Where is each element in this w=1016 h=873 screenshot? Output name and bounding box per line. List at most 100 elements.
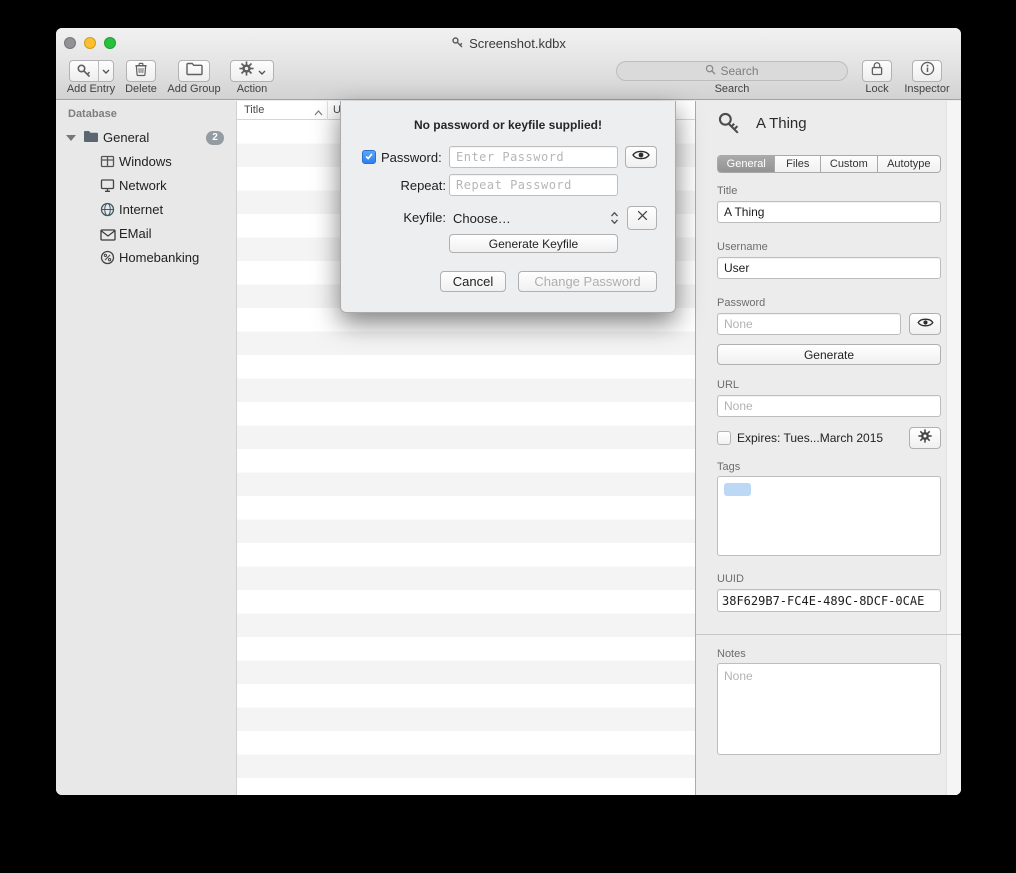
search-caption: Search [616, 83, 848, 95]
gear-icon [239, 61, 254, 81]
column-divider[interactable] [327, 101, 328, 120]
sidebar-item-general[interactable]: General 2 [56, 127, 236, 149]
lock-icon [871, 61, 883, 81]
sidebar-item-homebanking[interactable]: Homebanking [56, 247, 236, 269]
repeat-password-input[interactable] [449, 174, 618, 196]
group-label: General [103, 130, 149, 145]
expires-checkbox[interactable] [717, 431, 731, 445]
sidebar-item-windows[interactable]: Windows [56, 151, 236, 173]
add-group-button[interactable] [178, 60, 210, 82]
group-label: Internet [119, 202, 163, 217]
group-label: EMail [119, 226, 152, 241]
inspector-divider [696, 634, 961, 635]
password-label: Password: [381, 150, 442, 165]
group-label: Network [119, 178, 167, 193]
sidebar-item-internet[interactable]: Internet [56, 199, 236, 221]
column-header-title[interactable]: Title [244, 104, 264, 116]
change-password-sheet: No password or keyfile supplied! Passwor… [340, 101, 676, 313]
macpass-window: Screenshot.kdbx Add Entry Delete Add Gro… [56, 28, 961, 795]
tab-autotype[interactable]: Autotype [877, 156, 940, 172]
notes-field-label: Notes [717, 648, 746, 660]
notes-placeholder: None [724, 669, 753, 683]
tab-general[interactable]: General [718, 156, 774, 172]
info-icon [920, 61, 935, 81]
globe-icon [100, 202, 115, 222]
tag-chip[interactable] [724, 483, 751, 496]
new-password-input[interactable] [449, 146, 618, 168]
reveal-password-button[interactable] [909, 313, 941, 335]
eye-icon [917, 315, 934, 333]
group-sidebar: Database General 2 Windows Network [56, 101, 237, 795]
window-title-text: Screenshot.kdbx [469, 36, 566, 51]
window-title: Screenshot.kdbx [56, 35, 961, 52]
windows-icon [100, 154, 115, 174]
generate-keyfile-button[interactable]: Generate Keyfile [449, 234, 618, 253]
expires-settings-button[interactable] [909, 427, 941, 449]
document-icon [451, 36, 464, 52]
action-button[interactable] [230, 60, 274, 82]
sidebar-item-network[interactable]: Network [56, 175, 236, 197]
envelope-icon [100, 228, 116, 246]
tags-field[interactable] [717, 476, 941, 556]
disclosure-triangle-icon[interactable] [66, 135, 76, 141]
gear-icon [918, 429, 932, 448]
add-entry-dropdown[interactable] [98, 61, 113, 81]
keyfile-popup[interactable]: Choose… [449, 206, 623, 230]
entry-key-icon [716, 111, 743, 143]
window-chrome: Screenshot.kdbx Add Entry Delete Add Gro… [56, 28, 961, 100]
username-field[interactable] [717, 257, 941, 279]
folder-plus-icon [186, 62, 203, 81]
group-label: Windows [119, 154, 172, 169]
reveal-new-password-button[interactable] [625, 146, 657, 168]
url-field-label: URL [717, 379, 739, 391]
network-icon [100, 178, 115, 198]
folder-icon [83, 130, 99, 148]
group-label: Homebanking [119, 250, 199, 265]
search-icon [705, 64, 716, 78]
sort-ascending-icon [314, 107, 323, 119]
lock-button[interactable] [862, 60, 892, 82]
inspector-button[interactable] [912, 60, 942, 82]
change-password-button[interactable]: Change Password [518, 271, 657, 292]
clear-keyfile-button[interactable] [627, 206, 657, 230]
percent-coin-icon [100, 250, 115, 270]
search-input[interactable]: Search [616, 61, 848, 81]
entry-count-badge: 2 [206, 131, 224, 145]
add-group-label: Add Group [164, 83, 224, 95]
delete-button[interactable] [126, 60, 156, 82]
search-placeholder: Search [720, 64, 758, 78]
uuid-field-label: UUID [717, 573, 744, 585]
tags-field-label: Tags [717, 461, 740, 473]
uuid-field[interactable] [717, 589, 941, 612]
generate-password-button[interactable]: Generate [717, 344, 941, 365]
trash-icon [134, 61, 148, 82]
inspector-tabs: General Files Custom Autotype [717, 155, 941, 173]
keyfile-popup-value: Choose… [453, 211, 511, 226]
add-entry-button[interactable] [69, 60, 114, 82]
tab-files[interactable]: Files [774, 156, 820, 172]
inspector-scrollbar[interactable] [946, 101, 961, 795]
notes-field[interactable]: None [717, 663, 941, 755]
keyfile-label: Keyfile: [381, 210, 446, 225]
expires-label: Expires: Tues...March 2015 [737, 431, 883, 445]
title-field[interactable] [717, 201, 941, 223]
username-field-label: Username [717, 241, 768, 253]
inspector-toolbar-label: Inspector [897, 83, 957, 95]
url-field[interactable] [717, 395, 941, 417]
sidebar-item-email[interactable]: EMail [56, 223, 236, 245]
tab-custom[interactable]: Custom [820, 156, 877, 172]
inspector-panel: A Thing General Files Custom Autotype Ti… [695, 101, 961, 795]
entry-title: A Thing [756, 115, 807, 132]
password-field-label: Password [717, 297, 765, 309]
delete-label: Delete [112, 83, 170, 95]
cancel-button[interactable]: Cancel [440, 271, 506, 292]
use-password-checkbox[interactable] [362, 150, 376, 164]
sheet-warning-message: No password or keyfile supplied! [341, 118, 675, 132]
key-icon [70, 61, 98, 81]
popup-stepper-icon [610, 211, 619, 225]
password-field[interactable] [717, 313, 901, 335]
eye-icon [632, 148, 650, 166]
close-icon [636, 209, 649, 227]
action-label: Action [230, 83, 274, 95]
title-field-label: Title [717, 185, 737, 197]
